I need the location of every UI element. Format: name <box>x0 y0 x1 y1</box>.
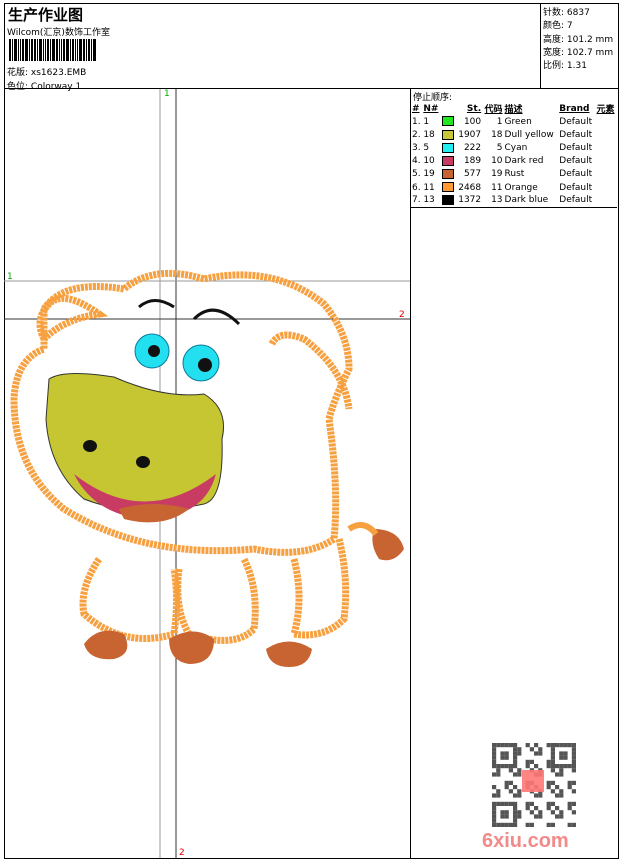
col-description: 描述 <box>504 105 523 115</box>
col-element: 元素 <box>596 105 615 115</box>
color-stop-row: 1. 1 100 1 Green Default <box>412 116 593 127</box>
color-stop-row: 6. 11 2468 11 Orange Default <box>412 182 593 193</box>
tail <box>372 529 404 561</box>
col-brand: Brand <box>559 103 590 114</box>
stop-sequence-table: # N# St. 代码 描述 Brand 元素 1. 1 100 1 Green Defa… <box>411 102 617 208</box>
stat-scale: 比例: 1.31 <box>543 61 587 72</box>
guide-label-top: 1 <box>164 89 170 99</box>
design-canvas: 1 1 2 2 <box>4 89 411 858</box>
design-label: 花版: <box>7 68 29 78</box>
col-index: # <box>412 103 420 114</box>
color-swatch <box>441 195 454 206</box>
color-stop-row: 5. 19 577 19 Rust Default <box>412 169 593 180</box>
company-name: Wilcom(汇京)数饰工作室 <box>7 28 110 38</box>
eyebrow-right <box>192 308 241 326</box>
color-swatch <box>441 142 454 153</box>
stat-colors: 颜色: 7 <box>543 21 573 32</box>
stop-sequence-panel: 停止顺序: # N# St. 代码 描述 Brand 元素 1. 1 100 1 Gre… <box>411 89 618 208</box>
color-stop-row: 4. 10 189 10 Dark red Default <box>412 155 593 167</box>
design-value: xs1623.EMB <box>30 68 87 78</box>
watermark: 6xiu.com <box>470 735 620 855</box>
pig-embroidery: 1 1 2 2 <box>4 89 410 858</box>
watermark-site: 6xiu.com <box>482 830 569 852</box>
col-stitches: St. <box>466 103 482 114</box>
color-stop-row: 3. 5 222 5 Cyan Default <box>412 142 593 153</box>
hooves <box>84 630 312 667</box>
stats-box: 针数: 6837 颜色: 7 高度: 101.2 mm 宽度: 102.7 mm… <box>540 3 619 88</box>
stat-stitches: 针数: 6837 <box>543 8 590 18</box>
guide-label-bottom: 2 <box>179 848 185 858</box>
left-leg <box>79 557 180 642</box>
nostril-left <box>83 440 97 452</box>
design-file: 花版: xs1623.EMB <box>7 65 86 78</box>
header: 生产作业图 Wilcom(汇京)数饰工作室 花版: xs1623.EMB 色位:… <box>4 3 619 92</box>
color-swatch <box>441 129 454 140</box>
color-swatch <box>441 116 454 127</box>
color-swatch <box>441 155 454 166</box>
stop-sequence-title: 停止顺序: <box>413 93 453 103</box>
tongue <box>119 504 189 523</box>
barcode <box>9 39 114 61</box>
nostril-right <box>136 456 150 468</box>
stamp-icon <box>522 770 544 792</box>
color-swatch <box>441 182 454 193</box>
guide-label-left: 1 <box>7 272 13 282</box>
stat-height: 高度: 101.2 mm <box>543 34 614 45</box>
eyebrow-left <box>138 299 175 309</box>
stat-width: 宽度: 102.7 mm <box>543 47 614 58</box>
col-needle: N# <box>423 103 439 114</box>
page-title: 生产作业图 <box>8 6 84 24</box>
guide-label-right: 2 <box>399 310 405 320</box>
color-stop-row: 2. 18 1907 18 Dull yellow Default <box>412 129 593 140</box>
col-code: 代码 <box>484 105 503 115</box>
color-swatch <box>441 169 454 180</box>
front-leg <box>174 557 259 644</box>
color-stop-row: 7. 13 1372 13 Dark blue Default <box>412 195 593 206</box>
